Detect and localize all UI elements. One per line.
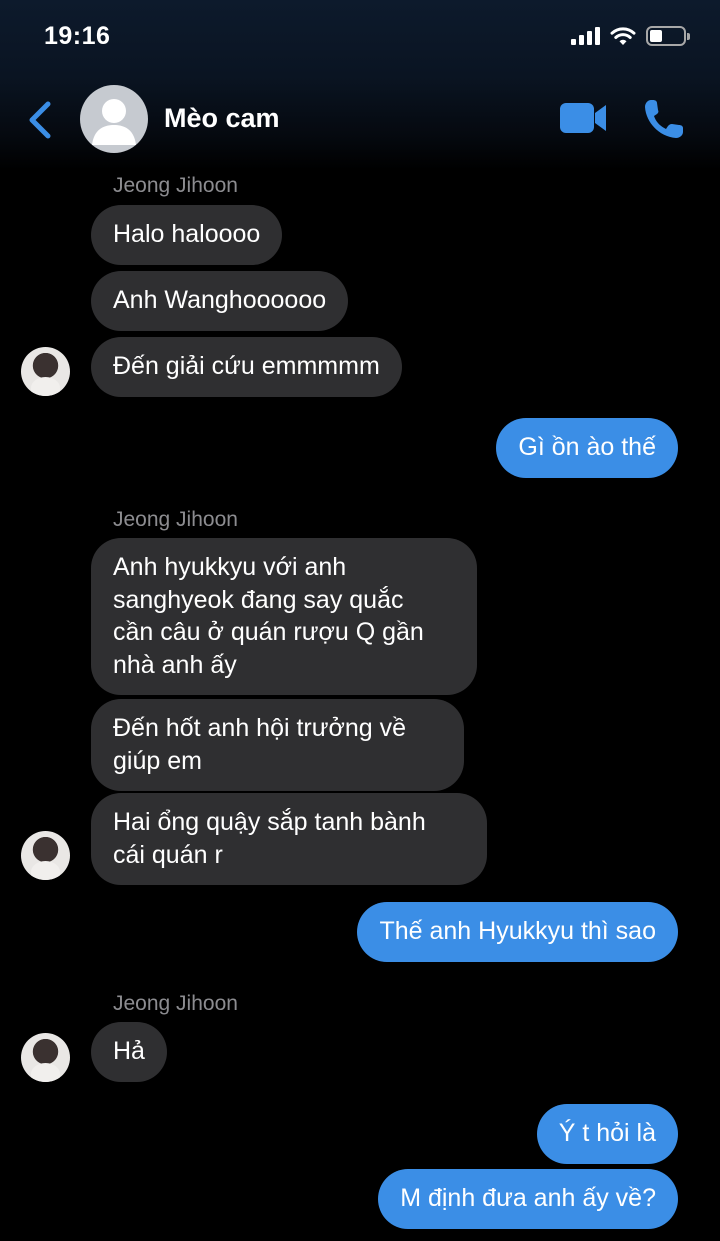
- outgoing-message[interactable]: Thế anh Hyukkyu thì sao: [357, 902, 678, 962]
- chat-screen: 19:16 Mèo cam Jeong Jihoon Halo haloooo …: [0, 0, 720, 1241]
- contact-name[interactable]: Mèo cam: [164, 103, 280, 134]
- sender-avatar[interactable]: [21, 831, 70, 880]
- message-line: giúp em: [113, 746, 202, 775]
- message-line: sanghyeok đang say quắc: [113, 585, 404, 614]
- battery-icon: [646, 26, 690, 46]
- sender-avatar[interactable]: [21, 1033, 70, 1082]
- outgoing-message[interactable]: Ý t hỏi là: [536, 1104, 678, 1164]
- phone-call-icon[interactable]: [642, 97, 686, 141]
- incoming-message[interactable]: Anh Wanghoooooo: [91, 271, 349, 331]
- default-person-icon: [92, 99, 136, 145]
- message-line: cái quán r: [113, 840, 223, 869]
- message-line: Hai ổng quậy sắp tanh bành: [113, 808, 426, 836]
- contact-avatar[interactable]: [80, 85, 148, 153]
- sender-name: Jeong Jihoon: [113, 174, 238, 197]
- status-time: 19:16: [44, 22, 111, 50]
- outgoing-message[interactable]: M định đưa anh ấy về?: [378, 1169, 678, 1229]
- sender-name: Jeong Jihoon: [113, 992, 238, 1015]
- message-line: Anh hyukkyu với anh: [113, 553, 347, 581]
- outgoing-message[interactable]: Gì ồn ào thế: [496, 418, 678, 478]
- incoming-message[interactable]: Đến giải cứu emmmmm: [91, 337, 402, 397]
- message-line: nhà anh ấy: [113, 650, 237, 679]
- status-icons: [571, 24, 690, 48]
- video-call-icon[interactable]: [558, 100, 608, 136]
- message-line: Đến hốt anh hội trưởng về: [113, 714, 407, 742]
- sender-avatar[interactable]: [21, 347, 70, 396]
- back-chevron-icon[interactable]: [24, 98, 58, 142]
- incoming-message[interactable]: Đến hốt anh hội trưởng về giúp em: [91, 699, 464, 791]
- message-line: cần câu ở quán rượu Q gần: [113, 618, 424, 646]
- signal-icon: [571, 27, 600, 45]
- wifi-icon: [610, 27, 636, 45]
- incoming-message[interactable]: Anh hyukkyu với anh sanghyeok đang say q…: [91, 538, 477, 695]
- sender-name: Jeong Jihoon: [113, 508, 238, 531]
- incoming-message[interactable]: Hai ổng quậy sắp tanh bành cái quán r: [91, 793, 487, 885]
- incoming-message[interactable]: Hả: [91, 1022, 167, 1082]
- incoming-message[interactable]: Halo haloooo: [91, 205, 283, 265]
